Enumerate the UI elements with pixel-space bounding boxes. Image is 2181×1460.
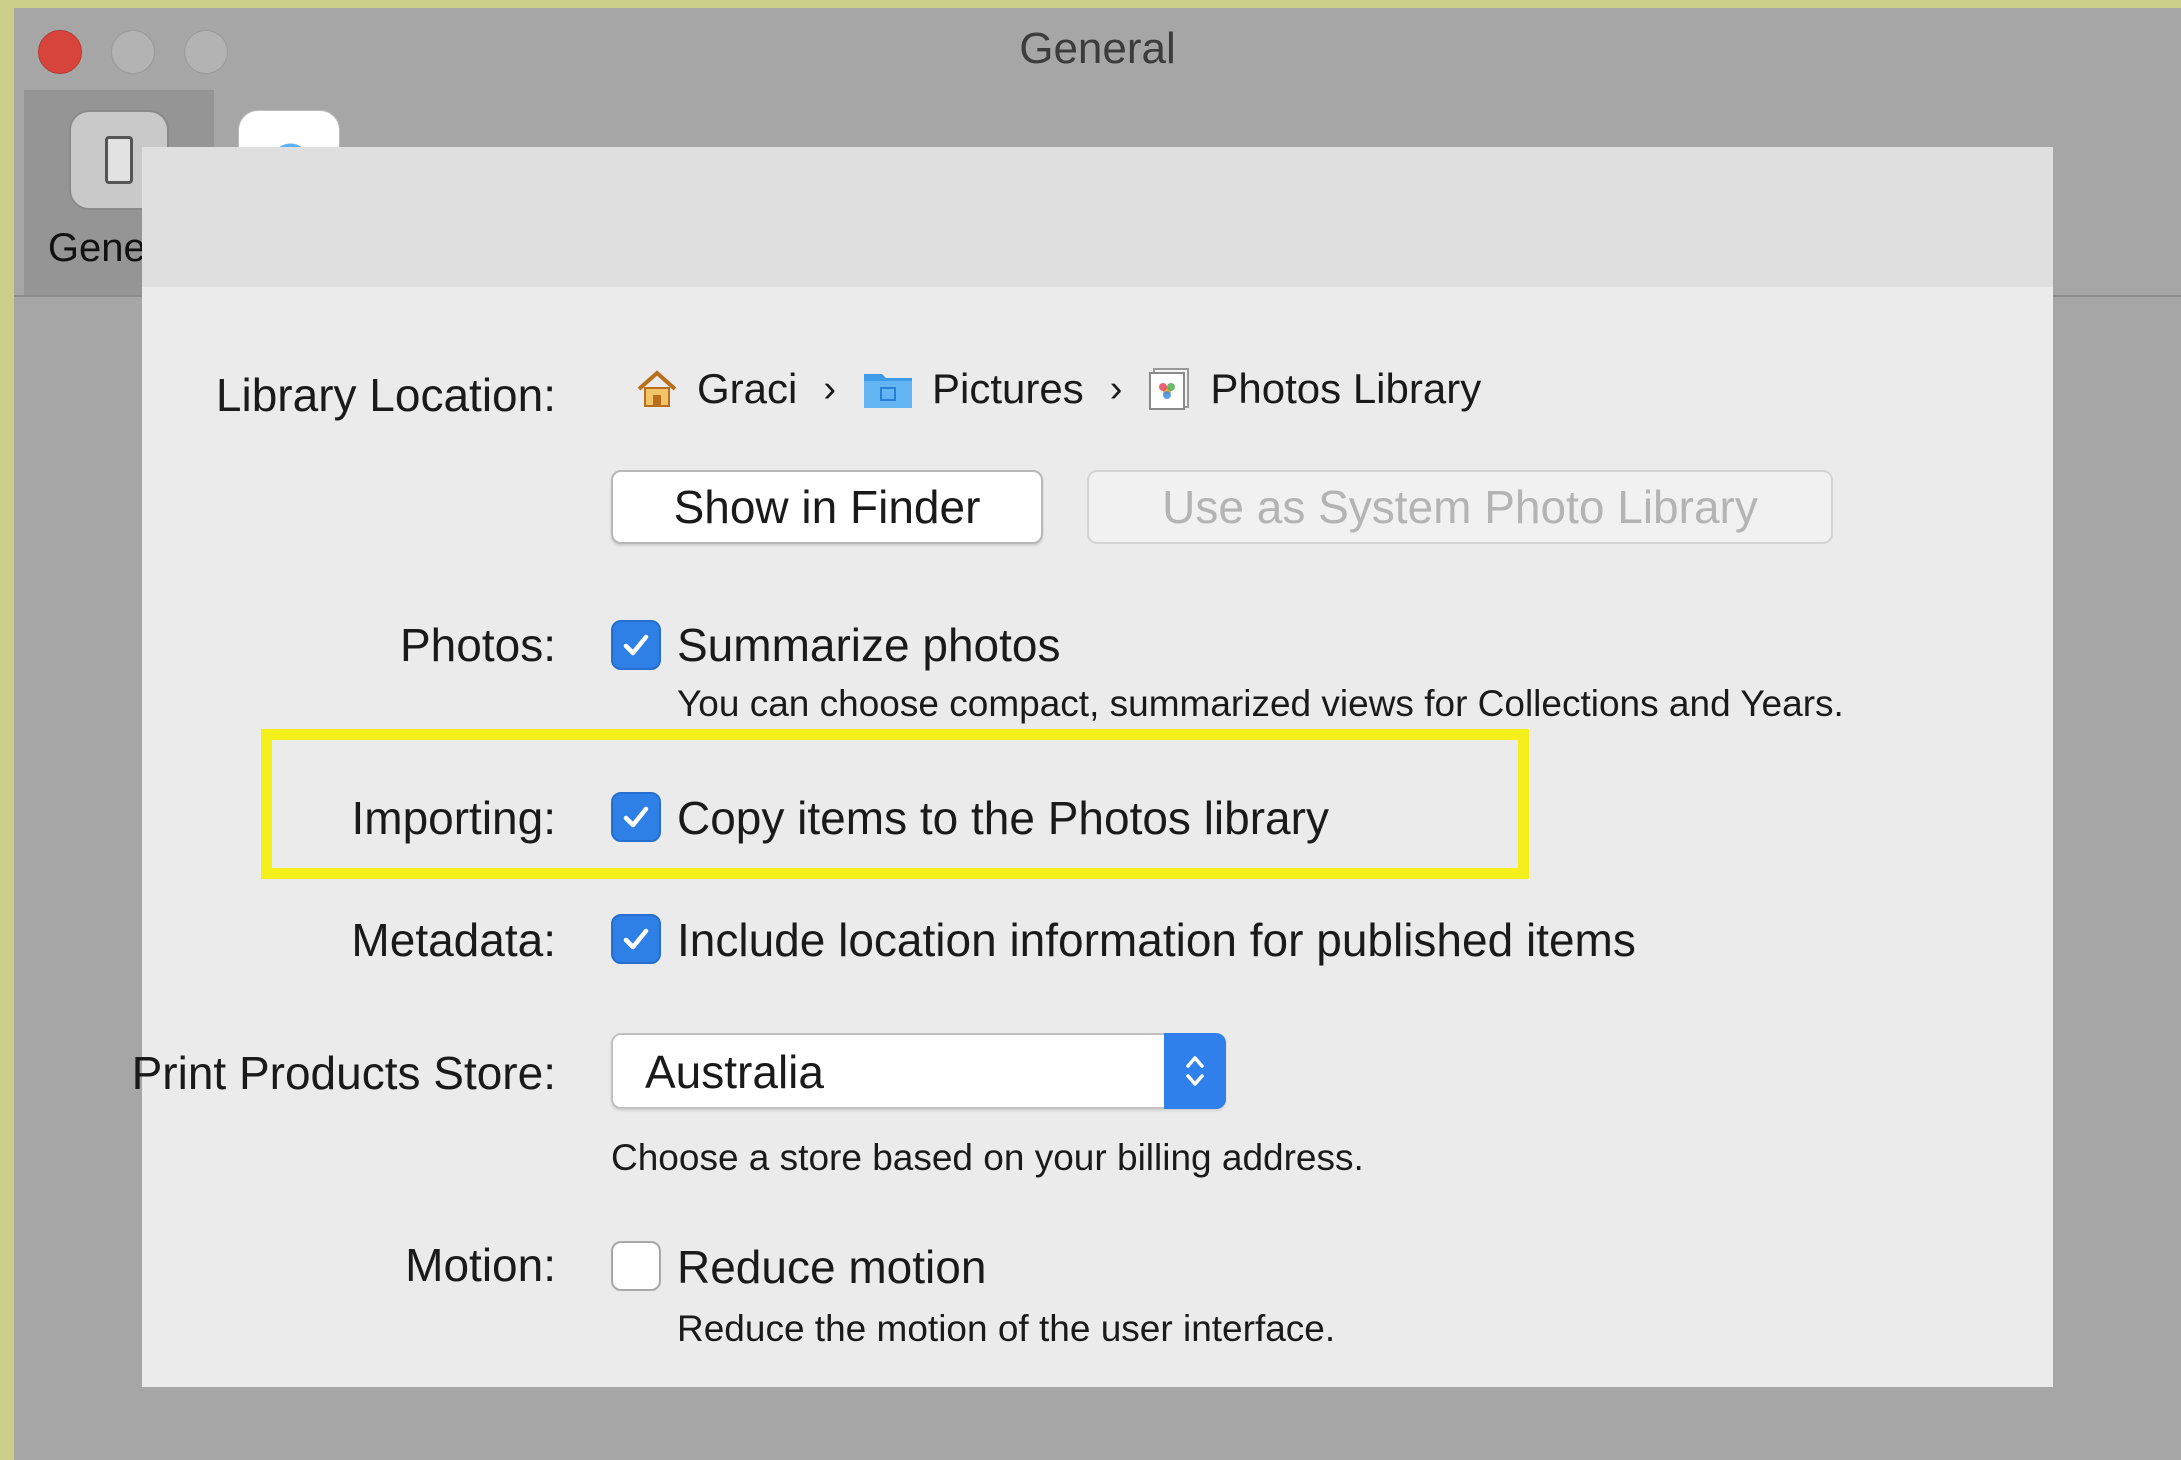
photos-library-icon [1148, 367, 1192, 411]
checkmark-icon [623, 928, 649, 950]
summarize-photos-description: You can choose compact, summarized views… [677, 683, 1844, 724]
include-location-label[interactable]: Include location information for publish… [677, 913, 1636, 967]
library-location-label: Library Location: [215, 369, 556, 421]
print-products-store-select[interactable]: Australia [611, 1033, 1226, 1109]
summarize-photos-label[interactable]: Summarize photos [677, 618, 1061, 672]
use-as-system-photo-library-button[interactable]: Use as System Photo Library [1087, 470, 1833, 544]
motion-label: Motion: [405, 1239, 556, 1291]
checkmark-icon [623, 634, 649, 656]
folder-icon [862, 368, 914, 410]
window-title: General [1019, 24, 1176, 73]
summarize-photos-checkbox[interactable] [611, 620, 661, 670]
select-arrows-icon [1164, 1033, 1226, 1109]
title-bar: General [14, 8, 2181, 90]
highlight-box [261, 729, 1529, 879]
home-icon [635, 369, 679, 409]
photos-label: Photos: [400, 619, 556, 671]
chevron-right-icon: › [823, 367, 837, 410]
show-in-finder-button[interactable]: Show in Finder [611, 470, 1043, 544]
print-products-store-label: Print Products Store: [131, 1047, 556, 1099]
reduce-motion-checkbox[interactable] [611, 1241, 661, 1291]
print-store-description: Choose a store based on your billing add… [611, 1137, 1364, 1178]
print-store-selected-value: Australia [645, 1046, 824, 1098]
chevron-right-icon: › [1109, 367, 1123, 410]
reduce-motion-label[interactable]: Reduce motion [677, 1240, 986, 1294]
path-segment-home[interactable]: Graci [697, 365, 797, 413]
reduce-motion-description: Reduce the motion of the user interface. [677, 1308, 1336, 1349]
metadata-label: Metadata: [351, 914, 556, 966]
toolbar-overlay [142, 147, 2053, 287]
include-location-checkbox[interactable] [611, 914, 661, 964]
library-path-breadcrumb: Graci › Pictures › Photos Library [635, 365, 1481, 413]
path-segment-photos-library[interactable]: Photos Library [1210, 365, 1481, 413]
path-segment-pictures[interactable]: Pictures [932, 365, 1084, 413]
